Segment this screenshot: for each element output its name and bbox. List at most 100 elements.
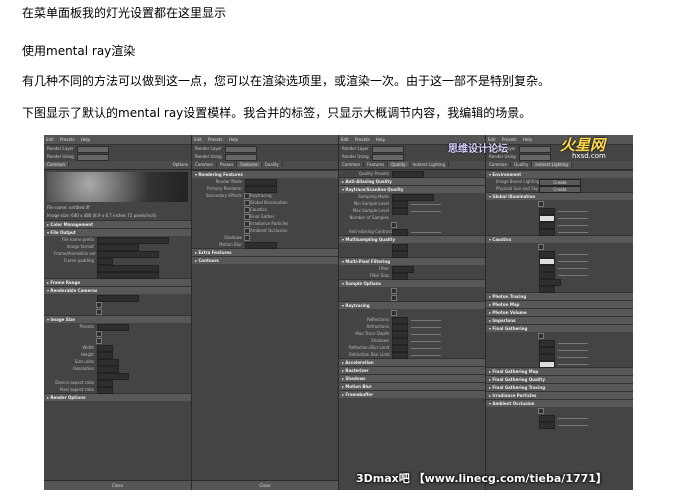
text-field[interactable] xyxy=(539,285,555,293)
render-layer-combo[interactable] xyxy=(518,145,551,153)
field: File name prefix xyxy=(44,236,191,244)
render-using-combo[interactable] xyxy=(371,153,404,161)
field xyxy=(44,264,191,272)
section-final-gathering[interactable]: Final Gathering xyxy=(486,324,633,332)
menu-presets[interactable]: Presets xyxy=(355,137,370,142)
section-multi-pixel-filtering[interactable]: Multi-Pixel Filtering xyxy=(339,257,485,265)
text-field[interactable] xyxy=(392,250,408,258)
section-rasterizer[interactable]: Rasterizer xyxy=(339,366,485,374)
section-photon-map[interactable]: Photon Map xyxy=(486,300,633,308)
section-rendering-features[interactable]: Rendering Features xyxy=(192,170,338,178)
section-caustics[interactable]: Caustics xyxy=(486,235,633,243)
dropdown[interactable] xyxy=(245,241,277,249)
section-photon-volume[interactable]: Photon Volume xyxy=(486,308,633,316)
render-layer-combo[interactable] xyxy=(224,145,257,153)
tab-common[interactable]: Common xyxy=(44,162,70,167)
checkbox[interactable] xyxy=(391,295,397,301)
file-path-text: File name: untitled.iff xyxy=(47,205,90,210)
tab-features[interactable]: Features xyxy=(237,162,262,167)
close-button[interactable]: Close xyxy=(44,480,191,490)
tab-indirect-lighting[interactable]: Indirect Lighting xyxy=(532,162,572,167)
render-layer-combo[interactable] xyxy=(76,145,109,153)
section-ambient-occlusion[interactable]: Ambient Occlusion xyxy=(486,399,633,407)
field xyxy=(486,285,633,293)
tab-common[interactable]: Common xyxy=(192,162,218,167)
menu-edit[interactable]: Edit xyxy=(341,137,349,142)
section-fg-map[interactable]: Final Gathering Map xyxy=(486,367,633,375)
field xyxy=(339,294,485,301)
tab-passes[interactable]: Passes xyxy=(217,162,238,167)
image-size-text: Image size: 640 x 480 (8.9 x 6.7 inches … xyxy=(47,213,157,218)
tab-common[interactable]: Common xyxy=(339,162,365,167)
field xyxy=(486,228,633,236)
text-field[interactable] xyxy=(392,272,408,280)
dropdown[interactable] xyxy=(392,170,424,178)
section-extra-features[interactable]: Extra Features xyxy=(192,248,338,256)
create-button[interactable]: Create xyxy=(539,185,581,193)
section-contours[interactable]: Contours xyxy=(192,256,338,264)
field xyxy=(44,330,191,337)
tab-bar: Common Options xyxy=(44,161,191,170)
render-using-combo[interactable] xyxy=(518,153,551,161)
text-field[interactable] xyxy=(539,421,555,429)
field xyxy=(486,278,633,286)
field: Caustics xyxy=(192,206,338,213)
close-button[interactable]: Close xyxy=(192,480,338,490)
menu-edit[interactable]: Edit xyxy=(194,137,202,142)
section-fg-tracing[interactable]: Final Gathering Tracing xyxy=(486,383,633,391)
section-shadows[interactable]: Shadows xyxy=(339,374,485,382)
tab-options[interactable]: Options xyxy=(170,161,191,169)
menu-help[interactable]: Help xyxy=(376,137,385,142)
para-1: 在菜单面板我的灯光设置都在这里显示 xyxy=(22,6,227,20)
tab-indirect-lighting[interactable]: Indirect Lighting xyxy=(409,162,450,167)
field xyxy=(44,308,191,315)
section-global-illumination[interactable]: Global Illumination xyxy=(486,192,633,200)
section-importons[interactable]: Importons xyxy=(486,316,633,324)
menu-help[interactable]: Help xyxy=(523,137,532,142)
section-frame-range[interactable]: Frame Range xyxy=(44,278,191,286)
tab-quality[interactable]: Quality xyxy=(261,162,283,167)
section-photon-tracing[interactable]: Photon Tracing xyxy=(486,292,633,300)
render-using-combo[interactable] xyxy=(224,153,257,161)
section-raytracing[interactable]: Raytracing xyxy=(339,301,485,309)
render-layer-combo[interactable] xyxy=(371,145,404,153)
field xyxy=(486,264,633,272)
menu-help[interactable]: Help xyxy=(81,137,90,142)
text-field[interactable] xyxy=(539,228,555,236)
section-irradiance-particles[interactable]: Irradiance Particles xyxy=(486,391,633,399)
field xyxy=(486,207,633,215)
section-environment[interactable]: Environment xyxy=(486,170,633,178)
field: Frame/Animation ext xyxy=(44,250,191,258)
menu-help[interactable]: Help xyxy=(229,137,238,142)
tab-features[interactable]: Features xyxy=(364,162,389,167)
section-acceleration[interactable]: Acceleration xyxy=(339,358,485,366)
tab-quality[interactable]: Quality xyxy=(388,162,410,167)
section-framebuffer[interactable]: Framebuffer xyxy=(339,390,485,398)
menu-presets[interactable]: Presets xyxy=(60,137,75,142)
menu-edit[interactable]: Edit xyxy=(46,137,54,142)
section-render-options[interactable]: Render Options xyxy=(44,393,191,401)
tab-common[interactable]: Common xyxy=(486,162,512,167)
section-image-size[interactable]: Image Size xyxy=(44,315,191,323)
render-using-combo[interactable] xyxy=(76,153,109,161)
text-field[interactable] xyxy=(97,386,113,394)
field: Primary Renderer xyxy=(192,185,338,193)
section-fg-quality[interactable]: Final Gathering Quality xyxy=(486,375,633,383)
color-swatch[interactable] xyxy=(539,360,555,368)
field: Image Based Lighting Create xyxy=(486,178,633,186)
checkbox[interactable] xyxy=(96,309,102,315)
tab-quality[interactable]: Quality xyxy=(511,162,533,167)
tab-bar: Common Quality Indirect Lighting xyxy=(486,161,633,170)
text-field[interactable] xyxy=(392,228,408,236)
section-color-management[interactable]: Color Management xyxy=(44,220,191,228)
section-file-output[interactable]: File Output xyxy=(44,228,191,236)
section-motion-blur[interactable]: Motion Blur xyxy=(339,382,485,390)
section-renderable-cameras[interactable]: Renderable Cameras xyxy=(44,286,191,294)
text-field[interactable] xyxy=(392,351,408,359)
section-anti-aliasing[interactable]: Anti-Aliasing Quality xyxy=(339,177,485,185)
field: Irradiance Particles xyxy=(192,220,338,227)
section-sample-options[interactable]: Sample Options xyxy=(339,279,485,287)
menu-presets[interactable]: Presets xyxy=(208,137,223,142)
section-raytrace-scanline[interactable]: Raytrace/Scanline Quality xyxy=(339,185,485,193)
section-multisampling[interactable]: Multisampling Quality xyxy=(339,235,485,243)
